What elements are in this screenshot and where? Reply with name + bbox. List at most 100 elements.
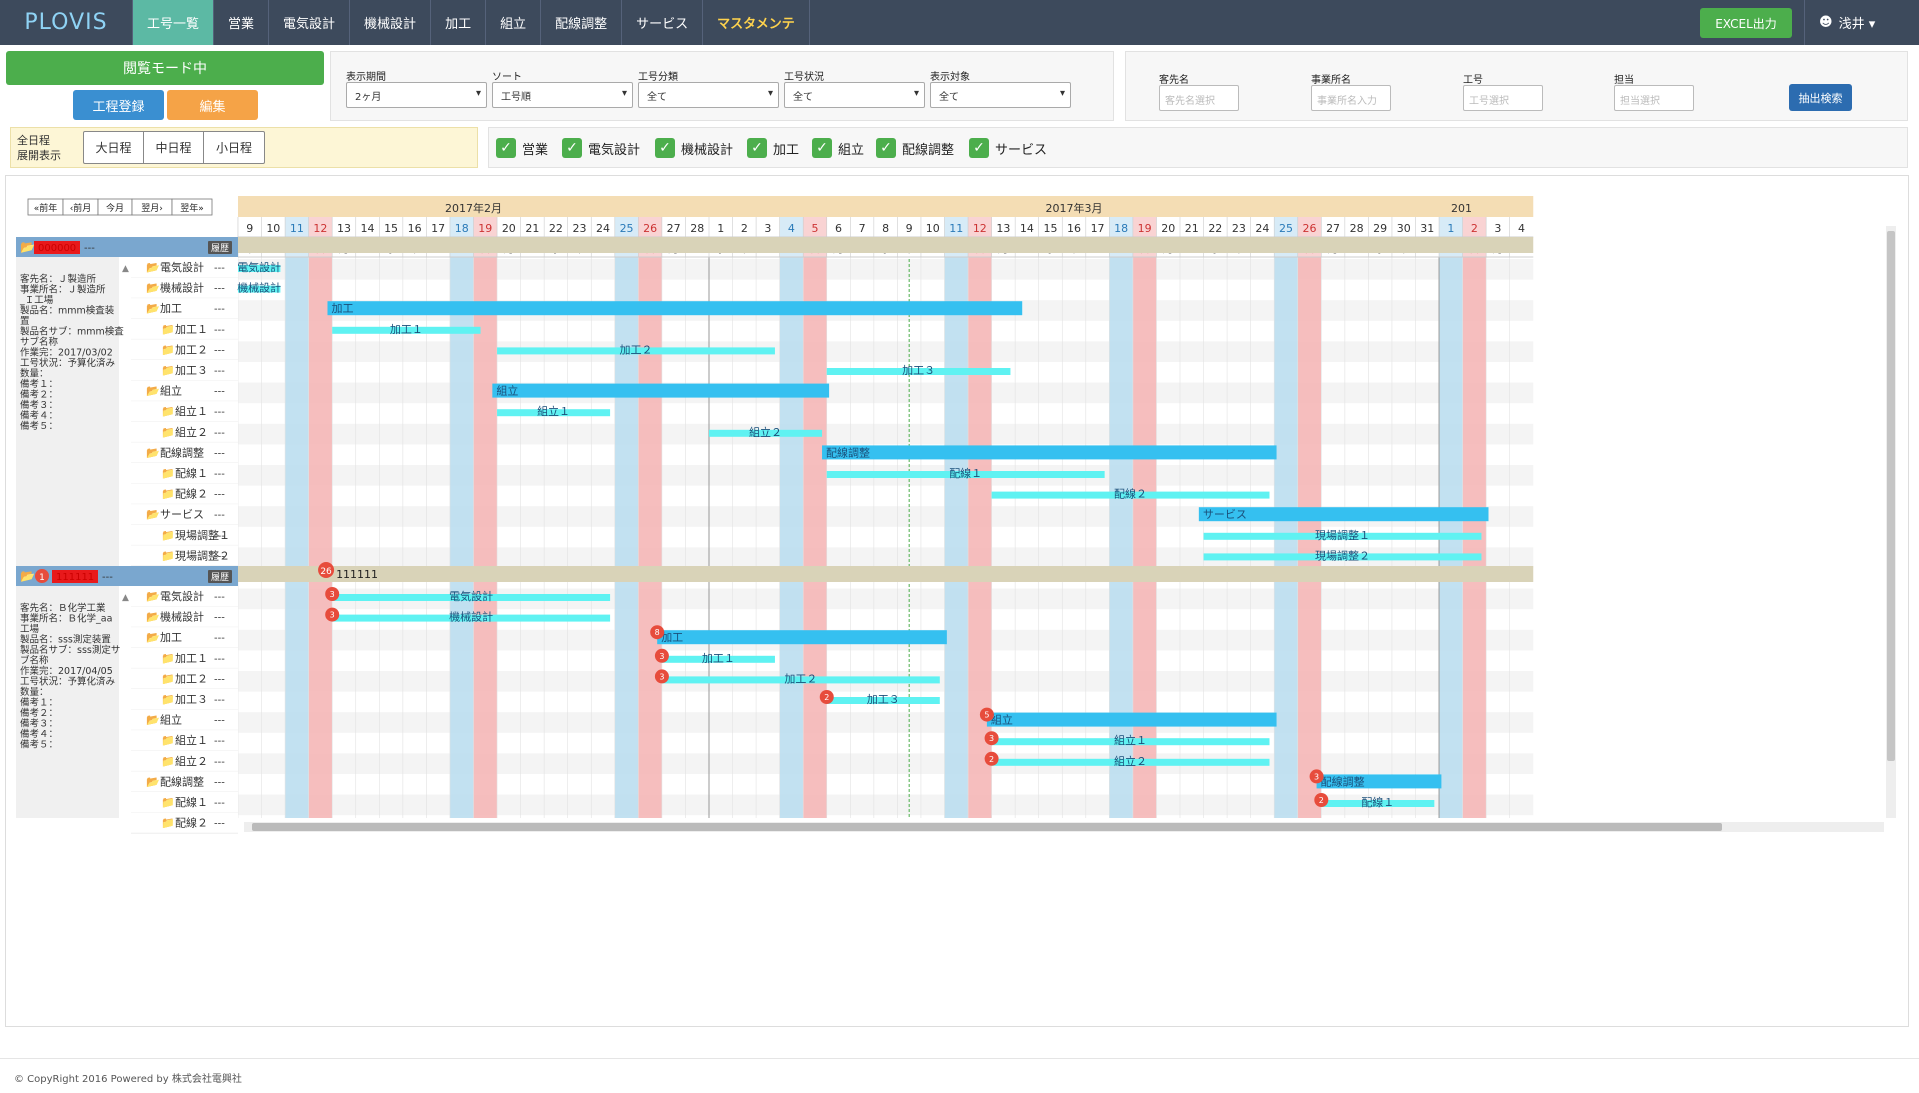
task-row-label[interactable]: 組立２ — [175, 754, 208, 768]
day-number: 6 — [835, 222, 842, 235]
info-line: _Ｉ工場 — [19, 294, 54, 306]
check-electric-design[interactable]: ✓ 電気設計 — [562, 138, 640, 158]
folder-icon: 📂 — [146, 282, 160, 295]
folder-icon: 📁 — [161, 426, 175, 439]
extract-search-button[interactable]: 抽出検索 — [1789, 84, 1852, 111]
task-row-label[interactable]: サービス — [160, 508, 204, 521]
filter-period-select[interactable]: 2ヶ月 — [346, 82, 487, 108]
info-line: 製品名：mmm検査装 — [20, 305, 115, 317]
task-row-dash: --- — [214, 654, 225, 665]
schedule-panel: 全日程 展開表示 大日程 中日程 小日程 — [10, 127, 478, 168]
check-wiring[interactable]: ✓ 配線調整 — [876, 138, 954, 158]
excel-export-button[interactable]: EXCEL出力 — [1700, 8, 1792, 38]
task-row-label[interactable]: 配線１ — [175, 466, 208, 480]
nav-item-electric-design[interactable]: 電気設計 — [268, 0, 349, 45]
task-row-label[interactable]: 加工 — [160, 631, 182, 644]
task-row-label[interactable]: 加工 — [160, 302, 182, 315]
filter-target-select[interactable]: 全て — [930, 82, 1071, 108]
task-row-label[interactable]: 加工１ — [175, 652, 208, 665]
task-row-label[interactable]: 加工３ — [175, 693, 208, 706]
nav-item-wiring[interactable]: 配線調整 — [540, 0, 621, 45]
check-assembly[interactable]: ✓ 組立 — [812, 138, 864, 158]
task-row-dash: --- — [214, 366, 225, 377]
group-band-label: 111111 — [336, 568, 378, 581]
info-line: 製品名：sss測定装置 — [20, 634, 111, 646]
task-row-label[interactable]: 電気設計 — [160, 260, 204, 274]
task-row-label[interactable]: 組立２ — [175, 425, 208, 439]
task-row-dash: --- — [214, 304, 225, 315]
check-machining[interactable]: ✓ 加工 — [747, 138, 799, 158]
app-logo[interactable]: PLOVIS — [0, 0, 132, 45]
task-row-label[interactable]: 加工１ — [175, 323, 208, 336]
gantt-bar[interactable] — [986, 712, 1277, 727]
process-register-button[interactable]: 工程登録 — [73, 90, 164, 120]
info-line: 工場 — [20, 623, 40, 635]
task-row-label[interactable]: 組立 — [160, 384, 182, 398]
info-line: 備考４： — [20, 728, 58, 740]
user-icon: ☻ — [1819, 15, 1833, 30]
filter-status-select[interactable]: 全て — [784, 82, 925, 108]
filter-category-select[interactable]: 全て — [638, 82, 779, 108]
nav-item-mech-design[interactable]: 機械設計 — [349, 0, 430, 45]
nav-item-kogo-list[interactable]: 工号一覧 — [132, 0, 214, 45]
day-number: 19 — [478, 222, 492, 235]
task-row-dash: --- — [214, 448, 225, 459]
horizontal-scrollbar-thumb[interactable] — [252, 823, 1722, 831]
task-row-label[interactable]: 組立１ — [175, 404, 208, 418]
task-row-label[interactable]: 加工２ — [175, 672, 208, 685]
gantt-bar-label: 加工 — [661, 631, 683, 644]
day-number: 27 — [1326, 222, 1340, 235]
row-stripe — [238, 712, 1534, 733]
person-input[interactable]: 担当選択 — [1614, 85, 1694, 111]
day-number: 2 — [741, 222, 748, 235]
office-input[interactable]: 事業所名入力 — [1311, 85, 1391, 111]
task-row-label[interactable]: 配線１ — [175, 795, 208, 809]
gantt-bar[interactable] — [657, 630, 947, 645]
gantt-bar[interactable] — [822, 445, 1277, 460]
task-row-label[interactable]: 配線２ — [175, 816, 208, 830]
gantt-bar-label: 加工３ — [902, 364, 935, 377]
user-menu[interactable]: ☻ 浅井 ▾ — [1804, 0, 1919, 45]
schedule-medium-button[interactable]: 中日程 — [144, 132, 204, 163]
task-row-label[interactable]: 組立 — [160, 713, 182, 727]
info-line: 数量： — [20, 686, 49, 698]
task-row-label[interactable]: 機械設計 — [160, 610, 204, 624]
collapse-up-icon[interactable]: ▲ — [122, 593, 129, 603]
check-service[interactable]: ✓ サービス — [969, 138, 1047, 158]
nav-item-sales[interactable]: 営業 — [213, 0, 268, 45]
day-number: 14 — [1020, 222, 1034, 235]
task-row-label[interactable]: 電気設計 — [160, 589, 204, 603]
task-row-label[interactable]: 配線２ — [175, 487, 208, 501]
kogo-code[interactable]: 000000 — [38, 243, 76, 254]
history-button-label: 履歴 — [211, 572, 229, 583]
schedule-large-button[interactable]: 大日程 — [84, 132, 144, 163]
check-sales[interactable]: ✓ 営業 — [496, 138, 548, 158]
customer-input[interactable]: 客先名選択 — [1159, 85, 1239, 111]
kogo-input[interactable]: 工号選択 — [1463, 85, 1543, 111]
day-number: 18 — [455, 222, 469, 235]
task-row-label[interactable]: 配線調整 — [160, 774, 204, 788]
browse-mode-button[interactable]: 閲覧モード中 — [6, 51, 324, 85]
task-row-label[interactable]: 機械設計 — [160, 281, 204, 295]
nav-item-machining[interactable]: 加工 — [430, 0, 485, 45]
gantt-bar[interactable] — [327, 301, 1023, 316]
nav-item-master[interactable]: マスタメンテ — [702, 0, 810, 45]
collapse-up-icon[interactable]: ▲ — [122, 264, 129, 274]
task-row-label[interactable]: 加工２ — [175, 343, 208, 356]
task-row-label[interactable]: 配線調整 — [160, 445, 204, 459]
filter-sort-select[interactable]: 工号順 — [492, 82, 633, 108]
task-row-label[interactable]: 加工３ — [175, 364, 208, 377]
task-row-label[interactable]: 組立１ — [175, 733, 208, 747]
nav-item-service[interactable]: サービス — [621, 0, 702, 45]
nav-item-assembly[interactable]: 組立 — [485, 0, 540, 45]
task-row-dash: --- — [214, 387, 225, 398]
vertical-scrollbar-thumb[interactable] — [1887, 231, 1895, 761]
gantt-bar[interactable] — [492, 383, 830, 398]
gantt-bar-label: 現場調整１ — [1315, 528, 1370, 542]
schedule-small-button[interactable]: 小日程 — [204, 132, 264, 163]
day-number: 24 — [1255, 222, 1269, 235]
edit-button[interactable]: 編集 — [167, 90, 258, 120]
check-mech-design[interactable]: ✓ 機械設計 — [655, 138, 733, 158]
kogo-code[interactable]: 111111 — [56, 572, 94, 583]
task-row-dash: --- — [214, 490, 225, 501]
